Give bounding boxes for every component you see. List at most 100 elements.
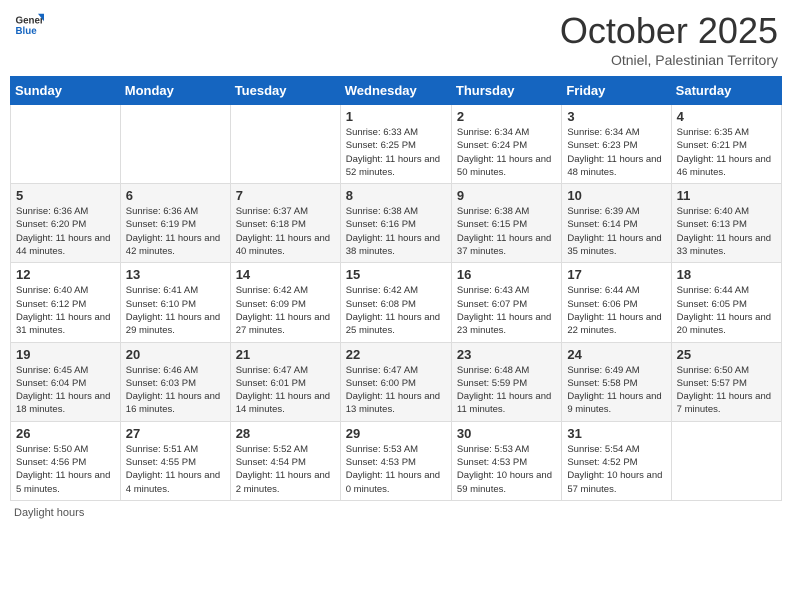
calendar-cell: 22Sunrise: 6:47 AM Sunset: 6:00 PM Dayli…	[340, 342, 451, 421]
day-number: 4	[677, 109, 776, 124]
day-info: Sunrise: 6:44 AM Sunset: 6:05 PM Dayligh…	[677, 284, 776, 337]
logo: General Blue	[14, 10, 46, 40]
day-number: 12	[16, 267, 115, 282]
calendar-cell	[230, 105, 340, 184]
calendar-cell: 11 Sunrise: 6:40 AM Sunset: 6:13 PM Dayli…	[671, 184, 781, 263]
calendar-cell: 19 Sunrise: 6:45 AM Sunset: 6:04 PM Dayli…	[11, 342, 121, 421]
calendar-header-row: SundayMondayTuesdayWednesdayThursdayFrid…	[11, 77, 782, 105]
day-number: 26	[16, 426, 115, 441]
day-number: 14	[236, 267, 335, 282]
calendar-week-row: 5 Sunrise: 6:36 AM Sunset: 6:20 PM Daylig…	[11, 184, 782, 263]
calendar-cell: 23 Sunrise: 6:48 AM Sunset: 5:59 PM Dayli…	[451, 342, 561, 421]
day-number: 11	[677, 188, 776, 203]
day-info: Sunrise: 5:50 AM Sunset: 4:56 PM Dayligh…	[16, 443, 115, 496]
calendar-cell: 21Sunrise: 6:47 AM Sunset: 6:01 PM Dayli…	[230, 342, 340, 421]
day-info: Sunrise: 6:39 AM Sunset: 6:14 PM Dayligh…	[567, 205, 665, 258]
calendar-cell: 4 Sunrise: 6:35 AM Sunset: 6:21 PM Daylig…	[671, 105, 781, 184]
day-info: Sunrise: 6:38 AM Sunset: 6:16 PM Dayligh…	[346, 205, 446, 258]
calendar-cell	[671, 421, 781, 500]
day-info: Sunrise: 5:51 AM Sunset: 4:55 PM Dayligh…	[126, 443, 225, 496]
day-number: 22	[346, 347, 446, 362]
title-block: October 2025 Otniel, Palestinian Territo…	[560, 10, 778, 68]
day-header: Sunday	[11, 77, 121, 105]
day-info: Sunrise: 6:34 AM Sunset: 6:24 PM Dayligh…	[457, 126, 556, 179]
day-number: 23	[457, 347, 556, 362]
day-header: Wednesday	[340, 77, 451, 105]
day-info: Sunrise: 6:36 AM Sunset: 6:20 PM Dayligh…	[16, 205, 115, 258]
day-info: Sunrise: 6:44 AM Sunset: 6:06 PM Dayligh…	[567, 284, 665, 337]
calendar-week-row: 12 Sunrise: 6:40 AM Sunset: 6:12 PM Dayli…	[11, 263, 782, 342]
day-number: 20	[126, 347, 225, 362]
day-number: 31	[567, 426, 665, 441]
day-info: Sunrise: 6:40 AM Sunset: 6:12 PM Dayligh…	[16, 284, 115, 337]
calendar: SundayMondayTuesdayWednesdayThursdayFrid…	[10, 76, 782, 501]
day-info: Sunrise: 6:45 AM Sunset: 6:04 PM Dayligh…	[16, 364, 115, 417]
month-title: October 2025	[560, 10, 778, 52]
day-info: Sunrise: 5:53 AM Sunset: 4:53 PM Dayligh…	[457, 443, 556, 496]
day-number: 13	[126, 267, 225, 282]
day-header: Tuesday	[230, 77, 340, 105]
day-number: 21	[236, 347, 335, 362]
day-number: 5	[16, 188, 115, 203]
day-info: Sunrise: 6:40 AM Sunset: 6:13 PM Dayligh…	[677, 205, 776, 258]
calendar-cell	[120, 105, 230, 184]
day-info: Sunrise: 5:52 AM Sunset: 4:54 PM Dayligh…	[236, 443, 335, 496]
calendar-cell: 12 Sunrise: 6:40 AM Sunset: 6:12 PM Dayli…	[11, 263, 121, 342]
day-number: 24	[567, 347, 665, 362]
day-info: Sunrise: 6:46 AM Sunset: 6:03 PM Dayligh…	[126, 364, 225, 417]
calendar-cell: 13 Sunrise: 6:41 AM Sunset: 6:10 PM Dayli…	[120, 263, 230, 342]
footer-note: Daylight hours	[10, 507, 782, 519]
day-info: Sunrise: 6:42 AM Sunset: 6:08 PM Dayligh…	[346, 284, 446, 337]
calendar-cell: 28 Sunrise: 5:52 AM Sunset: 4:54 PM Dayli…	[230, 421, 340, 500]
calendar-cell: 25 Sunrise: 6:50 AM Sunset: 5:57 PM Dayli…	[671, 342, 781, 421]
day-number: 9	[457, 188, 556, 203]
calendar-cell: 31 Sunrise: 5:54 AM Sunset: 4:52 PM Dayli…	[562, 421, 671, 500]
day-number: 8	[346, 188, 446, 203]
day-info: Sunrise: 5:54 AM Sunset: 4:52 PM Dayligh…	[567, 443, 665, 496]
day-number: 19	[16, 347, 115, 362]
day-number: 28	[236, 426, 335, 441]
day-info: Sunrise: 5:53 AM Sunset: 4:53 PM Dayligh…	[346, 443, 446, 496]
calendar-cell: 18Sunrise: 6:44 AM Sunset: 6:05 PM Dayli…	[671, 263, 781, 342]
day-number: 1	[346, 109, 446, 124]
day-number: 27	[126, 426, 225, 441]
svg-text:General: General	[16, 16, 45, 27]
day-info: Sunrise: 6:38 AM Sunset: 6:15 PM Dayligh…	[457, 205, 556, 258]
day-info: Sunrise: 6:48 AM Sunset: 5:59 PM Dayligh…	[457, 364, 556, 417]
calendar-cell: 26 Sunrise: 5:50 AM Sunset: 4:56 PM Dayli…	[11, 421, 121, 500]
calendar-week-row: 26 Sunrise: 5:50 AM Sunset: 4:56 PM Dayli…	[11, 421, 782, 500]
day-header: Thursday	[451, 77, 561, 105]
day-info: Sunrise: 6:33 AM Sunset: 6:25 PM Dayligh…	[346, 126, 446, 179]
page-header: General Blue October 2025 Otniel, Palest…	[10, 10, 782, 68]
day-number: 3	[567, 109, 665, 124]
day-number: 30	[457, 426, 556, 441]
day-number: 7	[236, 188, 335, 203]
day-number: 17	[567, 267, 665, 282]
calendar-cell: 3 Sunrise: 6:34 AM Sunset: 6:23 PM Daylig…	[562, 105, 671, 184]
day-info: Sunrise: 6:41 AM Sunset: 6:10 PM Dayligh…	[126, 284, 225, 337]
calendar-cell: 10 Sunrise: 6:39 AM Sunset: 6:14 PM Dayli…	[562, 184, 671, 263]
day-info: Sunrise: 6:43 AM Sunset: 6:07 PM Dayligh…	[457, 284, 556, 337]
calendar-cell: 2Sunrise: 6:34 AM Sunset: 6:24 PM Daylig…	[451, 105, 561, 184]
day-info: Sunrise: 6:35 AM Sunset: 6:21 PM Dayligh…	[677, 126, 776, 179]
svg-text:Blue: Blue	[16, 26, 38, 37]
day-number: 29	[346, 426, 446, 441]
calendar-cell: 16 Sunrise: 6:43 AM Sunset: 6:07 PM Dayli…	[451, 263, 561, 342]
calendar-week-row: 1 Sunrise: 6:33 AM Sunset: 6:25 PM Daylig…	[11, 105, 782, 184]
day-header: Saturday	[671, 77, 781, 105]
calendar-cell: 20 Sunrise: 6:46 AM Sunset: 6:03 PM Dayli…	[120, 342, 230, 421]
day-number: 25	[677, 347, 776, 362]
day-info: Sunrise: 6:37 AM Sunset: 6:18 PM Dayligh…	[236, 205, 335, 258]
day-number: 16	[457, 267, 556, 282]
calendar-cell: 24Sunrise: 6:49 AM Sunset: 5:58 PM Dayli…	[562, 342, 671, 421]
day-info: Sunrise: 6:50 AM Sunset: 5:57 PM Dayligh…	[677, 364, 776, 417]
calendar-cell: 9 Sunrise: 6:38 AM Sunset: 6:15 PM Daylig…	[451, 184, 561, 263]
calendar-cell: 1 Sunrise: 6:33 AM Sunset: 6:25 PM Daylig…	[340, 105, 451, 184]
day-info: Sunrise: 6:34 AM Sunset: 6:23 PM Dayligh…	[567, 126, 665, 179]
calendar-cell: 27 Sunrise: 5:51 AM Sunset: 4:55 PM Dayli…	[120, 421, 230, 500]
day-header: Friday	[562, 77, 671, 105]
day-info: Sunrise: 6:36 AM Sunset: 6:19 PM Dayligh…	[126, 205, 225, 258]
day-number: 10	[567, 188, 665, 203]
day-header: Monday	[120, 77, 230, 105]
day-info: Sunrise: 6:42 AM Sunset: 6:09 PM Dayligh…	[236, 284, 335, 337]
